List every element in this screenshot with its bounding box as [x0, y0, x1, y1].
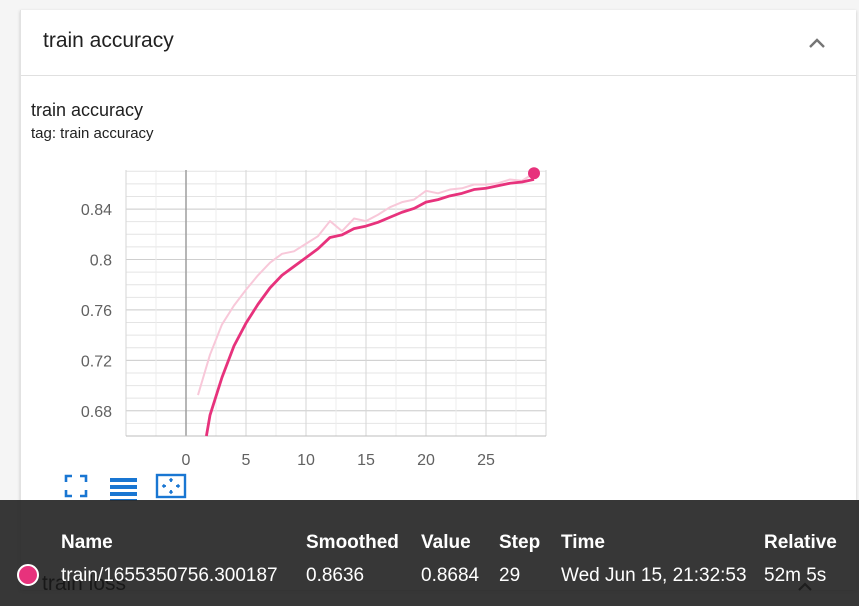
chart-axes: 0.68 0.72 0.76 0.8 0.84 0 5 10 15 20 25 — [81, 170, 546, 469]
header-relative: Relative — [764, 532, 837, 553]
header-value: Value — [421, 532, 471, 553]
hover-point — [528, 167, 540, 180]
chart-grid — [125, 170, 547, 437]
collapse-button[interactable] — [804, 30, 830, 56]
log-scale-button[interactable] — [107, 470, 139, 502]
y-tick-label: 0.8 — [90, 253, 112, 270]
fit-to-data-button[interactable] — [155, 470, 187, 502]
x-tick-label: 25 — [477, 452, 495, 469]
row-value: 0.8684 — [421, 565, 480, 586]
x-tick-label: 5 — [242, 452, 251, 469]
fit-domain-button[interactable] — [60, 470, 92, 502]
y-tick-label: 0.76 — [81, 303, 112, 320]
fit-data-icon — [155, 473, 187, 499]
chart-title: train accuracy — [31, 100, 144, 120]
y-tick-label: 0.72 — [81, 353, 112, 370]
line-chart[interactable]: 0.68 0.72 0.76 0.8 0.84 0 5 10 15 20 25 — [50, 160, 550, 470]
lines-icon — [110, 478, 137, 501]
fullscreen-icon — [64, 474, 88, 498]
x-tick-label: 10 — [297, 452, 315, 469]
row-name: train/1655350756.300187 — [61, 565, 278, 586]
x-tick-label: 0 — [182, 452, 191, 469]
row-relative: 52m 5s — [764, 565, 827, 586]
chevron-up-icon — [809, 38, 825, 48]
row-time: Wed Jun 15, 21:32:53 — [561, 565, 747, 586]
series-color-dot — [17, 564, 39, 586]
data-tooltip: train loss Name Smoothed Value Step Time… — [0, 500, 859, 606]
y-tick-label: 0.84 — [81, 202, 112, 219]
chart-series — [197, 167, 540, 437]
row-smoothed: 0.8636 — [306, 565, 365, 586]
x-tick-label: 20 — [417, 452, 435, 469]
chart-tag: tag: train accuracy — [31, 125, 154, 142]
header-time: Time — [561, 532, 606, 553]
card-title: train accuracy — [43, 29, 174, 52]
header-smoothed: Smoothed — [306, 532, 399, 553]
y-tick-label: 0.68 — [81, 404, 112, 421]
card-header[interactable]: train accuracy — [21, 10, 856, 76]
header-name: Name — [61, 532, 113, 553]
header-step: Step — [499, 532, 541, 553]
x-tick-label: 15 — [357, 452, 375, 469]
row-step: 29 — [499, 565, 521, 586]
